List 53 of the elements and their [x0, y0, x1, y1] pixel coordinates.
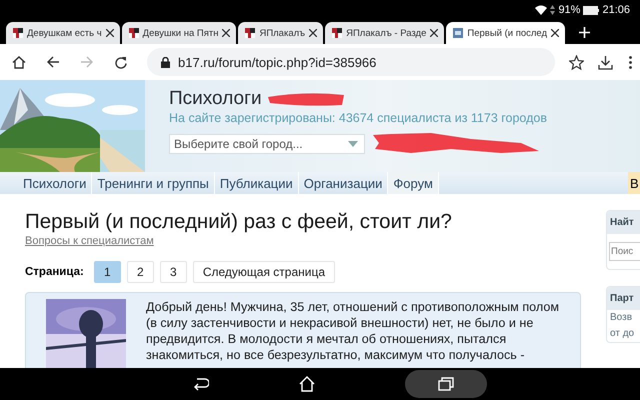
back-icon[interactable] — [46, 56, 60, 68]
reload-icon[interactable] — [114, 56, 127, 68]
category-link[interactable]: Вопросы к специалистам — [25, 235, 154, 247]
home-icon[interactable] — [12, 56, 26, 68]
close-icon[interactable] — [430, 29, 438, 37]
next-page-button[interactable]: Следующая страница — [192, 261, 335, 283]
close-icon[interactable] — [551, 29, 560, 37]
nav-link[interactable]: Тренинги и группы — [92, 172, 215, 194]
battery-percentage: 91% — [558, 4, 580, 16]
signal-arrows-icon — [550, 5, 556, 15]
site-favicon — [245, 28, 256, 38]
close-icon[interactable] — [106, 29, 114, 37]
page-button[interactable]: 2 — [126, 261, 154, 283]
browser-tab[interactable]: ЯПлакалъ - Разде — [325, 22, 444, 44]
nav-link[interactable]: Публикации — [214, 172, 299, 194]
site-stats: На сайте зарегистрированы: 43674 специалиста из 1173 городов — [169, 111, 547, 125]
panel-heading: Парт — [607, 287, 640, 310]
site-favicon — [332, 28, 342, 38]
panel-text: от до — [609, 327, 636, 341]
panel-text: Возв — [609, 311, 634, 325]
search-field[interactable]: Поис — [609, 242, 640, 261]
download-icon[interactable] — [598, 54, 613, 70]
site-favicon — [128, 28, 139, 38]
more-menu-icon[interactable] — [629, 56, 632, 68]
nav-link[interactable]: Психологи — [18, 172, 92, 194]
nav-link[interactable]: Форум — [388, 172, 439, 194]
address-field[interactable]: b17.ru/forum/topic.php?id=385966 — [147, 48, 555, 76]
wifi-icon — [535, 5, 548, 15]
city-dropdown[interactable]: Выберите свой город... — [169, 134, 365, 154]
site-favicon — [453, 28, 464, 38]
nav-button[interactable]: В — [628, 172, 640, 194]
page-button[interactable]: 3 — [160, 261, 187, 283]
post-text: Добрый день! Мужчина, 35 лет, отношений с противоположным полом (в силу застенчивости и некрасивой внешности) нет, не было и не предвидится. В молодости я мечтал об отношениях, пытался знакомиться, но все безрезультатно, максимум что получалось - — [146, 299, 560, 364]
browser-tab[interactable]: Первый (и послед — [446, 22, 566, 44]
browser-tab[interactable]: Девушкам есть ч — [6, 22, 120, 44]
close-icon[interactable] — [309, 29, 318, 37]
panel-heading: Найт — [607, 211, 640, 234]
browser-tab[interactable]: ЯПлакалъ — [238, 22, 324, 44]
site-favicon — [13, 28, 23, 38]
dropdown-arrow-icon — [348, 141, 358, 147]
site-title: Психологи — [169, 88, 262, 110]
page-button[interactable]: 1 — [94, 261, 121, 283]
topic-title: Первый (и последний) раз с феей, стоит ли? — [25, 210, 453, 234]
new-tab-icon[interactable] — [579, 27, 590, 38]
recent-apps-button[interactable] — [405, 370, 487, 398]
clock: 21:06 — [602, 4, 630, 16]
star-icon[interactable] — [569, 54, 584, 70]
recent-apps-icon — [438, 377, 454, 391]
pagination-label: Страница: — [25, 266, 84, 278]
close-icon[interactable] — [222, 29, 230, 37]
browser-tab[interactable]: Девушки на Пятн — [122, 22, 236, 44]
battery-icon — [583, 6, 600, 14]
lock-icon — [161, 56, 170, 68]
